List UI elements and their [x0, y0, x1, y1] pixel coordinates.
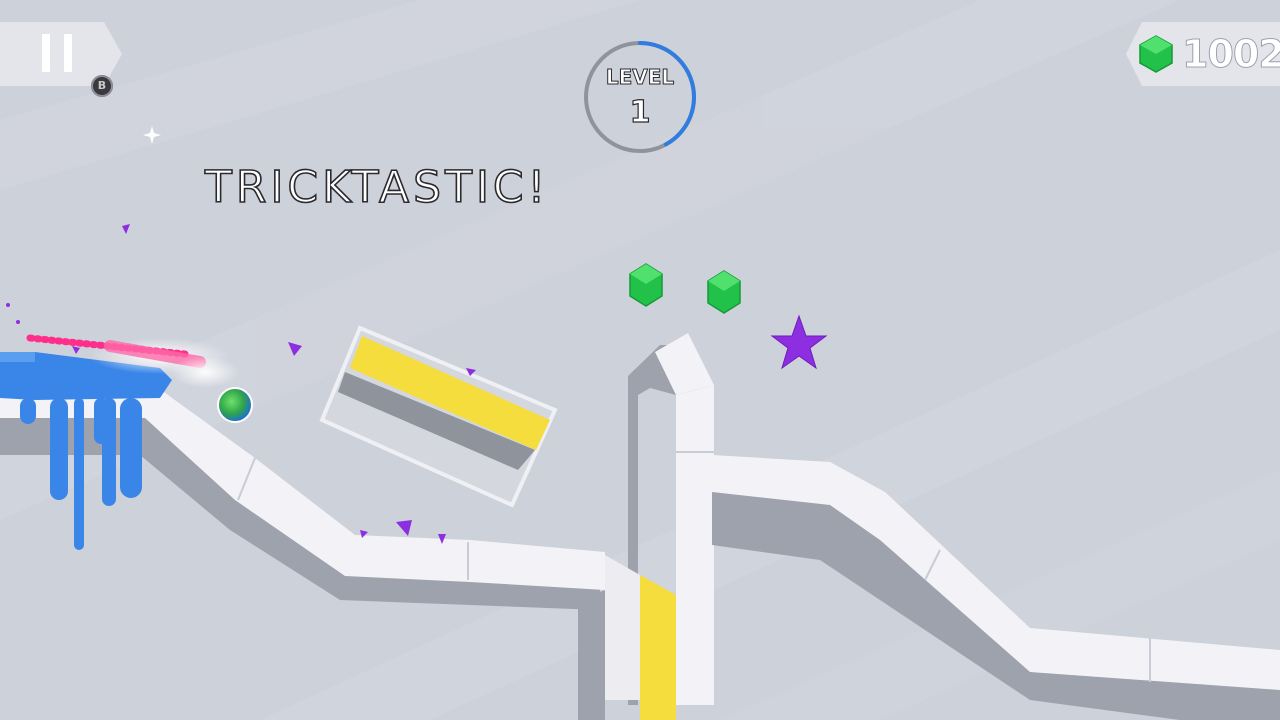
pause-icon: [42, 34, 50, 72]
green-hexagon-gem: [707, 270, 741, 314]
floating-glass-block: [319, 325, 558, 508]
pause-key-hint-badge: B: [91, 75, 113, 97]
track-right-ramp: [712, 455, 1280, 720]
game-viewport[interactable]: B LEVEL 1 TRICKTASTIC! 10025: [0, 0, 1280, 720]
level-label: LEVEL: [605, 65, 675, 89]
trick-popup-text: TRICKTASTIC!: [204, 161, 550, 214]
green-hexagon-gem: [629, 263, 663, 307]
gem-counter: 10025: [1126, 22, 1280, 86]
gem-count-value: 10025: [1181, 32, 1280, 77]
purple-star-icon: [770, 314, 828, 370]
player-ball: [217, 387, 253, 423]
level-number: 1: [629, 94, 651, 130]
pause-icon: [64, 34, 72, 72]
green-hexagon-gem-icon: [1139, 35, 1173, 73]
center-pillar: [605, 333, 714, 720]
